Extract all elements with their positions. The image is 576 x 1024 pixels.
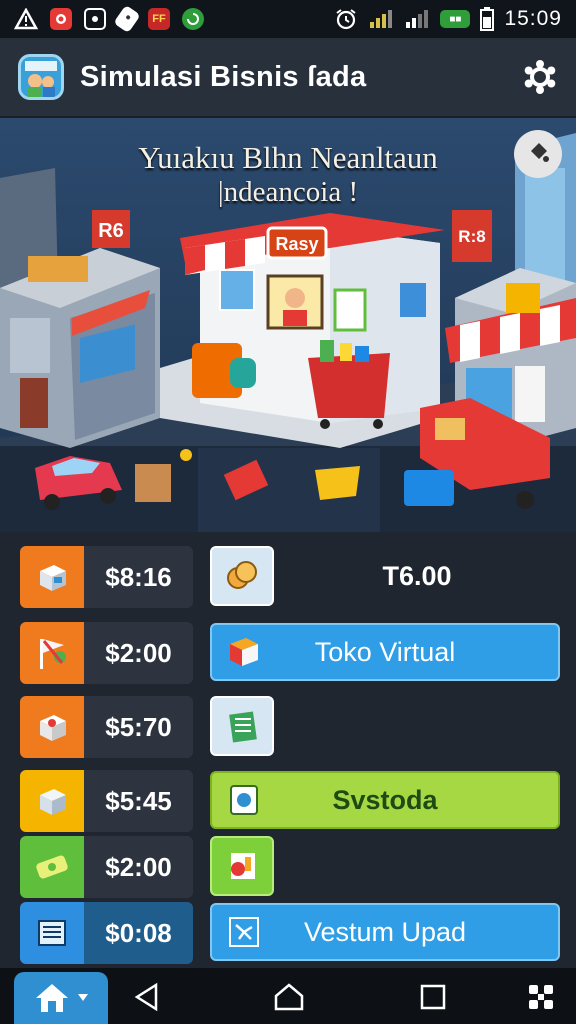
price-label: $0:08 — [84, 902, 193, 964]
toko-virtual-button[interactable]: Toko Virtual — [210, 622, 560, 682]
svstoda-label: Svstoda — [332, 784, 438, 815]
status-bar: FF ■■ 15:09 — [0, 0, 576, 38]
coins-icon — [210, 546, 274, 606]
signal-icon — [406, 10, 429, 28]
shopping-tag-icon — [113, 4, 141, 34]
ledger-row[interactable] — [210, 696, 560, 756]
stats-icon — [220, 775, 268, 825]
battery-level-icon — [480, 7, 495, 31]
price-label: $5:70 — [105, 711, 172, 742]
home-icon — [36, 984, 68, 1012]
cash-icon — [20, 836, 84, 898]
svstoda-bar: Svstoda — [210, 771, 560, 829]
recents-icon[interactable] — [418, 982, 448, 1012]
network-icon — [220, 907, 268, 957]
price-row[interactable]: $5:45 — [20, 770, 193, 832]
navigation-bar — [0, 968, 576, 1024]
mail-icon — [50, 8, 72, 30]
svg-text:R:8: R:8 — [458, 227, 485, 246]
coins-label: T6.00 — [382, 560, 452, 591]
price-label: $2:00 — [105, 637, 172, 668]
items-panel: $8:16 $2:00 $5:70 $5:45 $2:00 $0:08 T6.0… — [0, 532, 576, 968]
home-tab[interactable] — [14, 972, 108, 1024]
alert-icon — [14, 8, 38, 30]
crate-icon — [20, 770, 84, 832]
price-row[interactable]: $0:08 — [20, 902, 193, 964]
alarm-icon — [336, 9, 357, 30]
svstoda-button[interactable]: Svstoda — [210, 770, 560, 830]
package-icon — [20, 696, 84, 758]
vestum-upad-label: Vestum Upad — [303, 916, 467, 947]
status-right-icons: ■■ 15:09 — [334, 7, 562, 31]
signal-icon — [370, 10, 393, 28]
sync-icon — [182, 8, 204, 30]
hero-banner: R6 Rasy R:8 Yuıakıu Blhn Neanltaun |ndea… — [0, 118, 576, 532]
app-ff-icon: FF — [148, 8, 170, 30]
document-icon — [20, 902, 84, 964]
price-label: $2:00 — [105, 851, 172, 882]
price-row[interactable]: $2:00 — [20, 622, 193, 684]
camera-icon — [84, 8, 106, 30]
chart-card-label — [274, 837, 560, 895]
price-row[interactable]: $5:70 — [20, 696, 193, 758]
app-title: Simulasi Bisnis ſada — [80, 60, 367, 93]
paint-bucket-icon — [531, 143, 549, 162]
chart-card-icon — [210, 836, 274, 896]
ledger-label — [274, 697, 560, 755]
price-label: $5:45 — [105, 785, 172, 816]
back-icon[interactable] — [132, 982, 162, 1012]
price-row[interactable]: $2:00 — [20, 836, 193, 898]
vestum-upad-bar: Vestum Upad — [210, 903, 560, 961]
svg-text:Rasy: Rasy — [275, 234, 318, 254]
price-label: $8:16 — [105, 561, 172, 592]
svg-text:R6: R6 — [98, 220, 124, 242]
home-outline-icon[interactable] — [274, 982, 304, 1012]
battery-icon: ■■ — [440, 10, 471, 28]
chart-card-row[interactable] — [210, 836, 560, 896]
app-logo[interactable] — [18, 54, 64, 100]
settings-gear-icon[interactable] — [522, 59, 558, 95]
vestum-upad-button[interactable]: Vestum Upad — [210, 902, 560, 962]
app-root: FF ■■ 15:09 Simulasi Bisnis ſada R6 Rasy… — [0, 0, 576, 1024]
ledger-icon — [210, 696, 274, 756]
shop-box-icon — [220, 627, 268, 677]
share-button[interactable] — [514, 130, 562, 178]
clock: 15:09 — [504, 7, 562, 30]
hero-title-line2: |ndeancoia ! — [217, 176, 359, 208]
toko-virtual-label: Toko Virtual — [314, 636, 456, 667]
shopkeeper-icon — [25, 61, 57, 97]
status-left-icons: FF — [14, 4, 204, 34]
dropdown-arrow-icon — [78, 994, 88, 1001]
price-row[interactable]: $8:16 — [20, 546, 193, 608]
box-icon — [20, 546, 84, 608]
flag-icon — [20, 622, 84, 684]
hero-title-line1: Yuıakıu Blhn Neanltaun — [138, 140, 438, 175]
coins-row[interactable]: T6.00 — [210, 546, 560, 606]
toko-virtual-bar: Toko Virtual — [210, 623, 560, 681]
app-bar: Simulasi Bisnis ſada — [0, 38, 576, 118]
apps-grid-icon[interactable] — [526, 982, 556, 1012]
